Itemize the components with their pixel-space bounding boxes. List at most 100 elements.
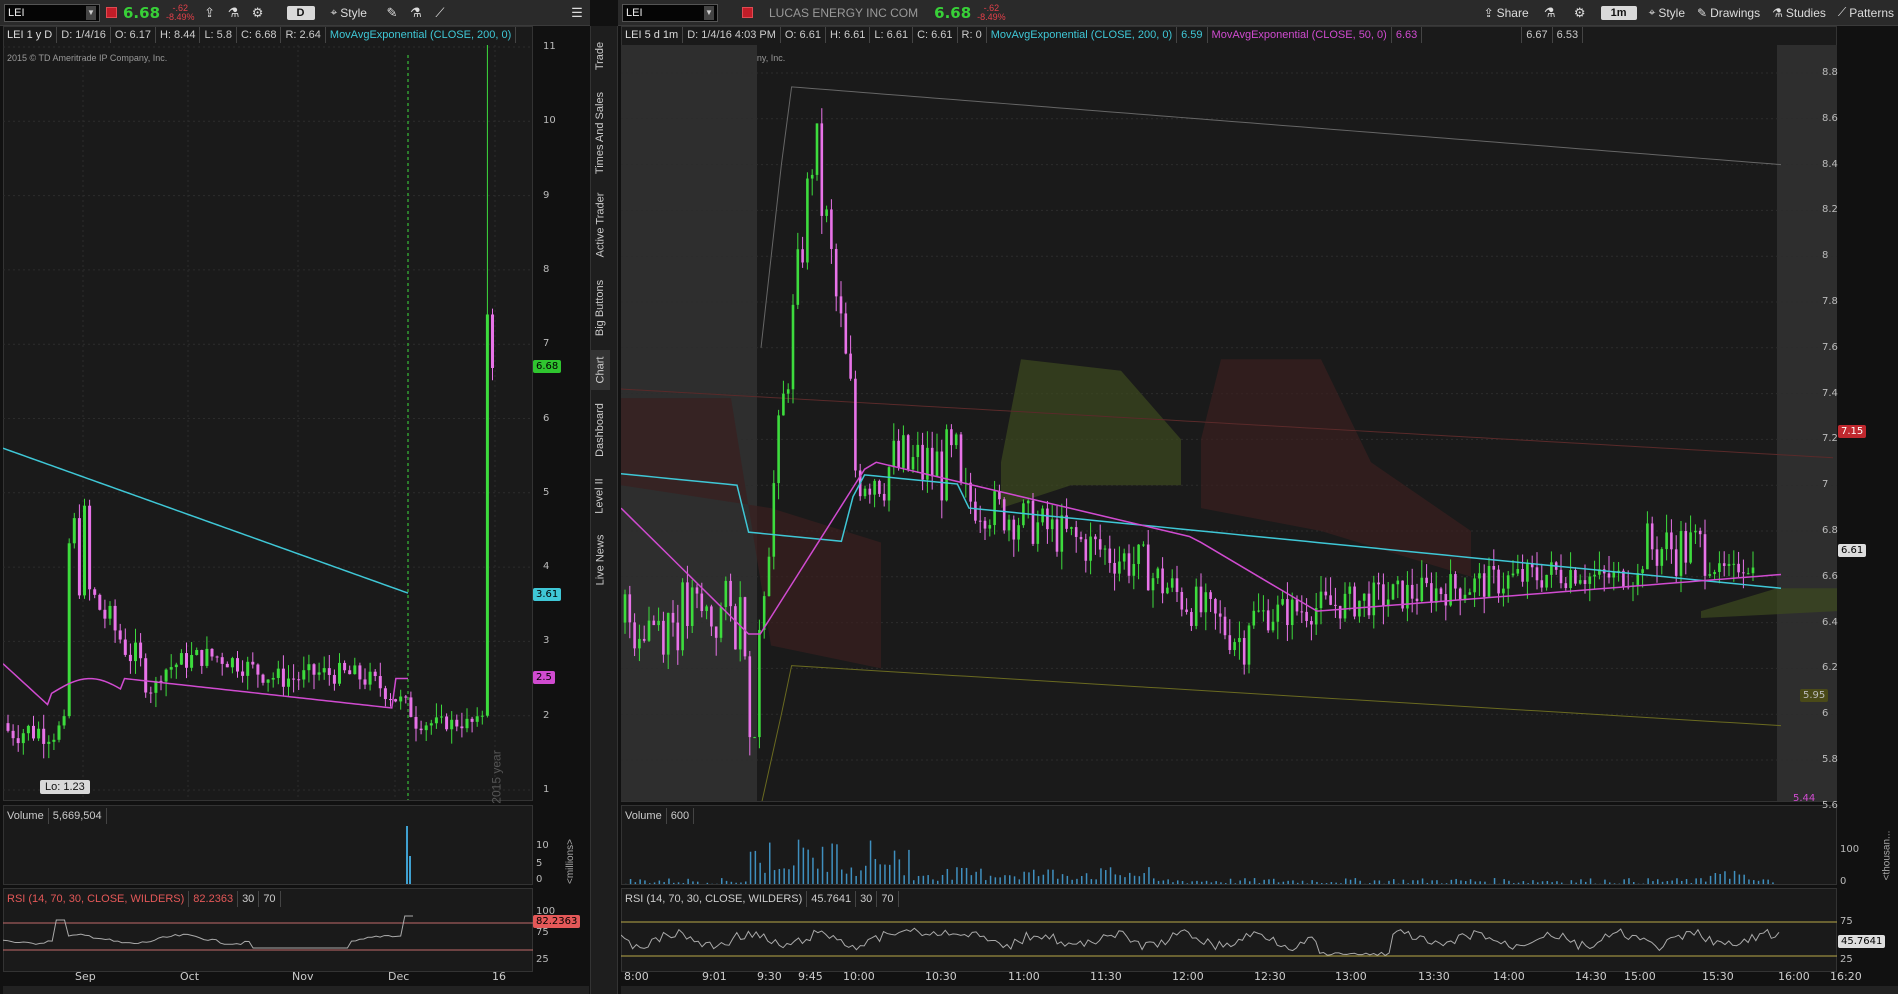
side-tab-level-ii[interactable]: Level II xyxy=(590,470,610,522)
candle-body xyxy=(1228,635,1232,651)
candle-body xyxy=(93,589,97,595)
right-scrollbar[interactable] xyxy=(621,986,1898,994)
right-volume-info: Volume 600 xyxy=(621,808,695,824)
volume-bar xyxy=(1714,873,1717,884)
patterns-button[interactable]: ⟋ Patterns xyxy=(1838,5,1894,20)
volume-bar xyxy=(759,862,761,884)
candle-body xyxy=(666,612,670,655)
side-tab-active-trader[interactable]: Active Trader xyxy=(590,185,610,265)
volume-bar xyxy=(932,879,934,884)
studies-icon[interactable]: ⚗ xyxy=(407,5,425,21)
side-tab-label: Level II xyxy=(594,478,606,514)
menu-icon[interactable]: ☰ xyxy=(568,5,586,21)
right-study2-label[interactable]: MovAvgExponential (CLOSE, 50, 0) xyxy=(1208,27,1392,43)
left-low: L: 5.8 xyxy=(200,27,237,43)
drawings-button[interactable]: ✎ Drawings xyxy=(1697,6,1760,20)
volume-bar xyxy=(1109,867,1112,884)
candle-body xyxy=(1300,611,1304,613)
candle-body xyxy=(1338,605,1342,619)
left-style-button[interactable]: ⌖ Style xyxy=(331,5,367,20)
candle-body xyxy=(786,389,790,394)
volume-bar xyxy=(913,880,915,884)
candle-body xyxy=(849,353,852,379)
candle-body xyxy=(480,715,484,717)
flask-icon[interactable]: ⚗ xyxy=(225,5,243,21)
volume-bar xyxy=(1033,869,1035,884)
left-symbol-selector[interactable]: LEI ▼ xyxy=(4,3,100,22)
candle-body xyxy=(200,650,204,666)
candle-body xyxy=(633,622,636,649)
volume-bar xyxy=(1340,883,1342,884)
candle-body xyxy=(1113,562,1116,574)
left-vol-tick: 0 xyxy=(536,874,543,885)
chevron-down-icon[interactable]: ▼ xyxy=(86,5,96,20)
right-range: R: 0 xyxy=(958,27,987,43)
candle-body xyxy=(1161,568,1164,594)
candle-body xyxy=(959,434,963,483)
share-icon[interactable]: ⇪ xyxy=(201,5,219,21)
link-color-icon[interactable] xyxy=(106,7,117,18)
volume-bar xyxy=(980,868,982,884)
candle-body xyxy=(1262,610,1265,612)
candle-body xyxy=(1718,563,1721,572)
volume-bar xyxy=(1378,880,1381,884)
studies-button[interactable]: ⚗ Studies xyxy=(1772,6,1826,20)
candle-body xyxy=(348,670,352,675)
chevron-down-icon[interactable]: ▼ xyxy=(704,5,714,20)
volume-bar xyxy=(1585,881,1587,884)
side-tab-chart[interactable]: Chart xyxy=(590,350,610,390)
side-tab-trade[interactable]: Trade xyxy=(590,30,610,82)
pencil-icon[interactable]: ✎ xyxy=(383,5,401,21)
volume-bar xyxy=(1081,876,1083,884)
gear-icon[interactable]: ⚙ xyxy=(249,5,267,21)
right-price-chart[interactable] xyxy=(621,45,1837,801)
share-button[interactable]: ⇪ Share xyxy=(1484,6,1529,20)
flask-icon[interactable]: ⚗ xyxy=(1541,5,1559,21)
volume-bar xyxy=(845,873,848,884)
gear-icon[interactable]: ⚙ xyxy=(1571,5,1589,21)
link-color-icon[interactable] xyxy=(742,7,753,18)
candle-body xyxy=(1343,593,1347,619)
candle-body xyxy=(1046,508,1049,530)
volume-bar xyxy=(1767,879,1769,884)
right-open: O: 6.61 xyxy=(781,27,826,43)
candle-body xyxy=(1276,604,1280,622)
volume-bar xyxy=(937,880,939,884)
patterns-icon[interactable]: ⟋ xyxy=(431,5,449,21)
candle-body xyxy=(246,661,250,676)
volume-bar xyxy=(644,880,646,884)
volume-bar xyxy=(1671,880,1673,884)
candle-body xyxy=(772,483,776,557)
candle-body xyxy=(1482,573,1486,597)
left-price-chart[interactable] xyxy=(3,45,533,800)
side-tab-times-and-sales[interactable]: Times And Sales xyxy=(590,85,610,181)
volume-bar xyxy=(1105,870,1107,884)
right-period-button[interactable]: 1m xyxy=(1600,5,1637,20)
candle-body xyxy=(174,664,178,668)
left-time-tick: Nov xyxy=(292,970,314,983)
candle-body xyxy=(1142,544,1145,546)
candle-body xyxy=(1406,584,1409,609)
left-period-button[interactable]: D xyxy=(286,5,315,20)
volume-bar xyxy=(1709,875,1712,884)
left-study-label[interactable]: MovAvgExponential (CLOSE, 200, 0) xyxy=(326,27,517,43)
right-style-button[interactable]: ⌖ Style xyxy=(1649,5,1685,20)
side-tab-live-news[interactable]: Live News xyxy=(590,528,610,592)
left-time-tick: Sep xyxy=(75,970,96,983)
volume-bar xyxy=(1661,881,1664,884)
left-scrollbar[interactable] xyxy=(3,986,589,994)
candle-body xyxy=(287,678,290,687)
side-tab-dashboard[interactable]: Dashboard xyxy=(590,395,610,465)
side-tab-label: Times And Sales xyxy=(594,91,607,175)
candle-body xyxy=(414,716,418,729)
candle-body xyxy=(67,543,71,717)
volume-bar xyxy=(1330,882,1333,884)
right-time-tick: 16:00 xyxy=(1778,970,1810,983)
volume-bar xyxy=(1148,867,1150,884)
right-symbol-selector[interactable]: LEI ▼ xyxy=(622,3,718,22)
right-study1-label[interactable]: MovAvgExponential (CLOSE, 200, 0) xyxy=(987,27,1178,43)
right-price-tick: 7 xyxy=(1822,479,1829,491)
volume-bar xyxy=(826,871,829,884)
side-tab-big-buttons[interactable]: Big Buttons xyxy=(590,272,610,344)
candle-body xyxy=(921,444,924,480)
